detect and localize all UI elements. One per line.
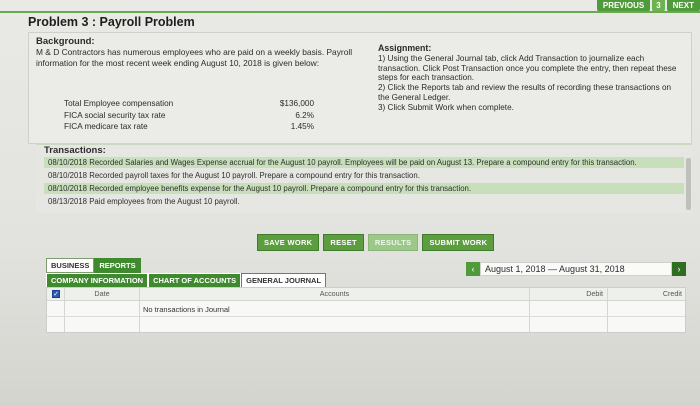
screen: PREVIOUS 3 NEXT Problem 3 : Payroll Prob…	[0, 0, 700, 406]
page-title: Problem 3 : Payroll Problem	[28, 15, 195, 29]
background-text: M & D Contractors has numerous employees…	[36, 47, 353, 68]
tab-general-journal[interactable]: GENERAL JOURNAL	[241, 273, 327, 288]
transactions-scrollbar[interactable]	[686, 158, 691, 210]
payroll-row: FICA medicare tax rate 1.45%	[64, 121, 314, 133]
select-column: ✓	[47, 288, 65, 332]
assignment-heading: Assignment:	[378, 43, 432, 53]
date-range: August 1, 2018 — August 31, 2018	[480, 262, 672, 276]
transaction-item[interactable]: 08/10/2018 Recorded Salaries and Wages E…	[44, 157, 684, 168]
assignment-step: 3) Click Submit Work when complete.	[378, 102, 514, 112]
payroll-info: Total Employee compensation $136,000 FIC…	[64, 98, 314, 133]
row-divider	[47, 316, 685, 317]
date-column-header: Date	[65, 288, 140, 332]
assignment-step: 1) Using the General Journal tab, click …	[378, 53, 677, 83]
transaction-item[interactable]: 08/10/2018 Recorded employee benefits ex…	[44, 183, 684, 194]
chevron-right-icon[interactable]: ›	[672, 262, 686, 276]
action-buttons: SAVE WORK RESET RESULTS SUBMIT WORK	[257, 234, 495, 251]
transactions-heading: Transactions:	[44, 145, 106, 156]
main-tabs: BUSINESS REPORTS	[46, 258, 141, 273]
assignment-step: 2) Click the Reports tab and review the …	[378, 83, 672, 102]
payroll-row: FICA social security tax rate 6.2%	[64, 110, 314, 122]
transactions-list[interactable]: 08/10/2018 Recorded Salaries and Wages E…	[44, 157, 684, 209]
empty-journal-message: No transactions in Journal	[143, 305, 230, 314]
payroll-value: 1.45%	[290, 122, 314, 131]
select-all-checkbox[interactable]: ✓	[52, 290, 60, 298]
submit-work-button[interactable]: SUBMIT WORK	[422, 234, 495, 251]
results-button[interactable]: RESULTS	[367, 234, 419, 251]
payroll-label: Total Employee compensation	[64, 99, 174, 108]
assignment-section: Assignment: 1) Using the General Journal…	[378, 43, 678, 113]
sub-tabs: COMPANY INFORMATION CHART OF ACCOUNTS GE…	[46, 273, 327, 288]
payroll-value: 6.2%	[295, 110, 314, 120]
transaction-item[interactable]: 08/10/2018 Recorded payroll taxes for th…	[44, 170, 684, 181]
payroll-label: FICA social security tax rate	[64, 110, 166, 120]
payroll-row: Total Employee compensation $136,000	[64, 98, 314, 110]
credit-column-header: Credit	[662, 289, 682, 298]
payroll-label: FICA medicare tax rate	[64, 122, 148, 131]
tab-chart-of-accounts[interactable]: CHART OF ACCOUNTS	[148, 273, 242, 288]
journal-table: ✓ Date Accounts Debit Credit No transact…	[46, 287, 686, 333]
transaction-item[interactable]: 08/13/2018 Paid employees from the Augus…	[44, 196, 684, 207]
tab-business[interactable]: BUSINESS	[46, 258, 95, 273]
debit-column-header: Debit	[530, 288, 608, 332]
top-divider	[0, 11, 700, 13]
chevron-left-icon[interactable]: ‹	[466, 262, 480, 276]
tab-reports[interactable]: REPORTS	[94, 258, 141, 273]
background-heading: Background:	[36, 36, 95, 47]
tab-company-information[interactable]: COMPANY INFORMATION	[46, 273, 149, 288]
reset-button[interactable]: RESET	[323, 234, 364, 251]
payroll-value: $136,000	[279, 99, 314, 108]
save-work-button[interactable]: SAVE WORK	[257, 234, 320, 251]
